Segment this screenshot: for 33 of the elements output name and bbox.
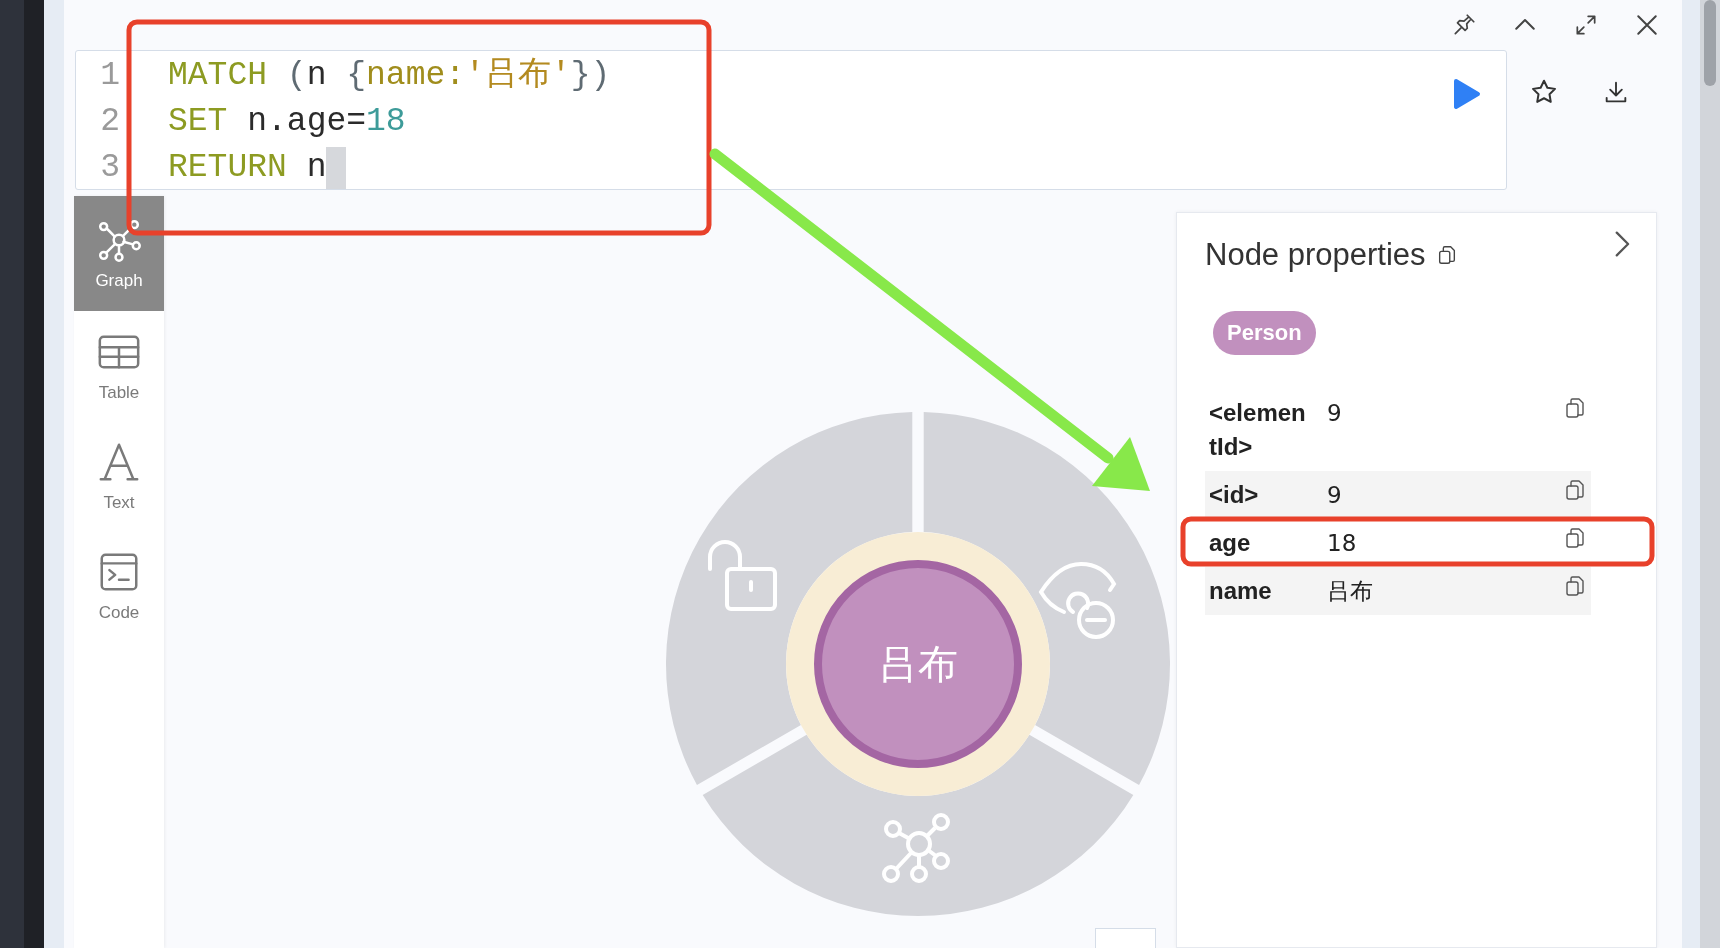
fullscreen-icon[interactable] (1573, 12, 1599, 38)
copy-icon[interactable] (1563, 478, 1587, 502)
hide-icon (1039, 562, 1116, 639)
graph-node[interactable] (814, 560, 1022, 768)
panel-title: Node properties (1205, 237, 1426, 273)
view-tab[interactable]: Text (74, 421, 164, 531)
menu-segment[interactable] (666, 412, 913, 785)
copy-icon[interactable] (1563, 574, 1587, 598)
property-value: 18 (1327, 529, 1358, 558)
copy-icon[interactable] (1563, 396, 1587, 420)
copy-icon[interactable] (1563, 526, 1587, 550)
unlock-icon (708, 540, 777, 611)
code-line: RETURN n (168, 148, 327, 188)
property-value: 9 (1327, 481, 1343, 510)
code-line: SET n.age=18 (168, 102, 406, 142)
property-value: 吕布 (1327, 577, 1374, 606)
property-key: age (1209, 526, 1313, 560)
property-key: <elementId> (1209, 396, 1313, 464)
code-line: MATCH (n {name:'吕布'}) (168, 56, 611, 96)
label-tag[interactable]: Person (1213, 311, 1316, 355)
pin-icon[interactable] (1451, 12, 1477, 38)
line-number: 1 (99, 56, 120, 96)
property-value: 9 (1327, 399, 1343, 428)
view-tab[interactable]: Code (74, 531, 164, 641)
scrollbar-thumb[interactable] (1704, 0, 1716, 86)
property-key: name (1209, 574, 1313, 608)
property-key: <id> (1209, 478, 1313, 512)
view-tab[interactable]: Graph (74, 196, 164, 311)
expand-network-icon (882, 813, 950, 883)
node-caption: 吕布 (878, 641, 958, 687)
view-tab[interactable]: Table (74, 311, 164, 421)
line-number: 3 (99, 148, 120, 188)
line-number: 2 (99, 102, 120, 142)
